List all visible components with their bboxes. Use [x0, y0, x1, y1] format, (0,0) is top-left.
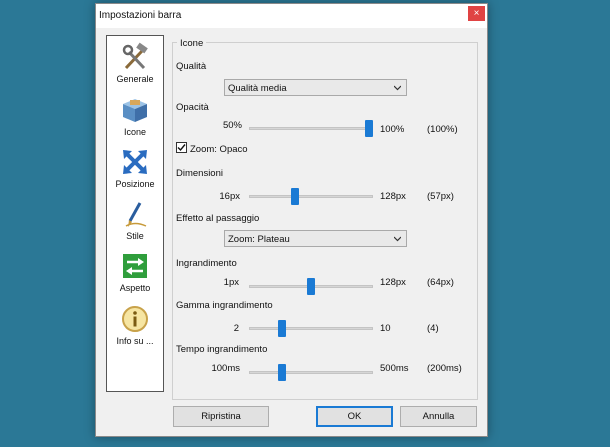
dimensions-min: 16px: [219, 191, 240, 202]
mag-time-track[interactable]: [249, 371, 373, 374]
sidebar-item-label: Info su ...: [116, 336, 154, 346]
sidebar-item-stile[interactable]: Stile: [107, 199, 163, 241]
reset-button[interactable]: Ripristina: [173, 406, 269, 427]
hover-effect-selected-value: Zoom: Plateau: [228, 234, 290, 245]
magnification-current: (64px): [427, 277, 454, 288]
tools-icon: [122, 42, 148, 70]
move-arrows-icon: [123, 150, 147, 174]
sidebar-item-info[interactable]: Info su ...: [107, 304, 163, 346]
title-bar: Impostazioni barra ×: [96, 4, 487, 28]
sidebar-item-icone[interactable]: Icone: [107, 95, 163, 137]
zoom-opaque-checkbox[interactable]: [176, 142, 187, 153]
sidebar-item-posizione[interactable]: Posizione: [107, 147, 163, 189]
swap-arrows-icon: [123, 254, 147, 278]
info-icon: [122, 306, 148, 332]
pen-icon: [125, 202, 147, 227]
sidebar-item-label: Posizione: [115, 179, 155, 189]
sidebar-item-generale[interactable]: Generale: [107, 42, 163, 84]
group-legend: Icone: [177, 38, 207, 49]
sidebar-item-label: Icone: [123, 127, 147, 137]
chevron-down-icon: [394, 236, 401, 242]
sidebar-item-label: Stile: [126, 231, 144, 241]
dimensions-track[interactable]: [249, 195, 373, 198]
sidebar: Generale Icone Posizione Stile Aspetto I…: [106, 35, 164, 392]
mag-time-slider-thumb[interactable]: [278, 364, 286, 381]
mag-range-current: (4): [427, 323, 439, 334]
window-title: Impostazioni barra: [99, 10, 182, 21]
magnification-max: 128px: [380, 277, 406, 288]
magnification-slider-thumb[interactable]: [306, 278, 315, 295]
hover-effect-select[interactable]: Zoom: Plateau: [224, 230, 407, 247]
quality-label: Qualità: [176, 61, 207, 72]
box-icon: [123, 99, 147, 122]
opacity-slider-thumb[interactable]: [365, 120, 373, 137]
dimensions-current: (57px): [427, 191, 454, 202]
sidebar-item-label: Aspetto: [119, 283, 151, 293]
sidebar-item-label: Generale: [116, 74, 154, 84]
dimensions-slider-thumb[interactable]: [291, 188, 300, 205]
close-button[interactable]: ×: [468, 6, 485, 21]
mag-time-max: 500ms: [380, 363, 409, 374]
quality-selected-value: Qualità media: [228, 83, 287, 94]
mag-range-max: 10: [380, 323, 391, 334]
mag-time-min: 100ms: [211, 363, 240, 374]
cancel-button[interactable]: Annulla: [400, 406, 477, 427]
mag-time-current: (200ms): [427, 363, 462, 374]
mag-range-slider-thumb[interactable]: [278, 320, 286, 337]
quality-select[interactable]: Qualità media: [224, 79, 407, 96]
ok-button[interactable]: OK: [316, 406, 393, 427]
mag-time-label: Tempo ingrandimento: [176, 344, 268, 355]
check-icon: [177, 144, 186, 152]
settings-window: Impostazioni barra × Generale Icone Posi…: [95, 3, 488, 437]
opacity-track[interactable]: [249, 127, 373, 130]
chevron-down-icon: [394, 85, 401, 91]
sidebar-item-aspetto[interactable]: Aspetto: [107, 251, 163, 293]
zoom-opaque-label: Zoom: Opaco: [190, 144, 248, 155]
dimensions-max: 128px: [380, 191, 406, 202]
dimensions-label: Dimensioni: [176, 168, 223, 179]
hover-effect-label: Effetto al passaggio: [176, 213, 260, 224]
opacity-current: (100%): [427, 124, 458, 135]
opacity-max: 100%: [380, 124, 405, 135]
mag-range-track[interactable]: [249, 327, 373, 330]
magnification-label: Ingrandimento: [176, 258, 237, 269]
mag-range-min: 2: [233, 323, 239, 334]
mag-range-label: Gamma ingrandimento: [176, 300, 273, 311]
opacity-min: 50%: [222, 120, 242, 131]
magnification-min: 1px: [223, 277, 239, 288]
opacity-label: Opacità: [176, 102, 209, 113]
